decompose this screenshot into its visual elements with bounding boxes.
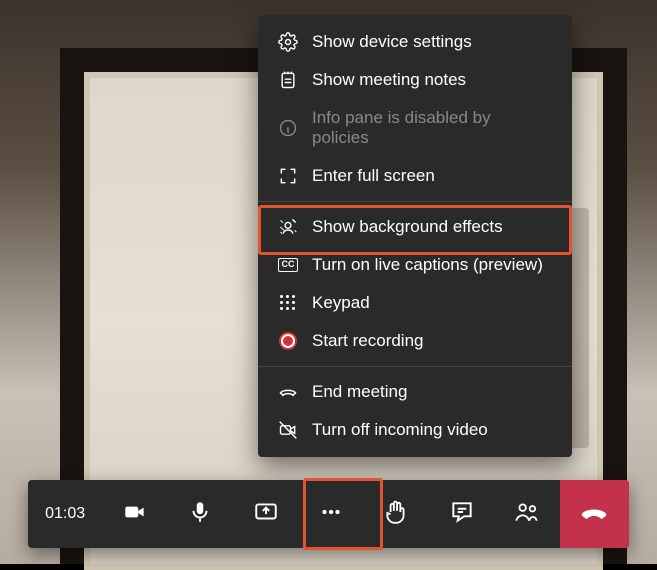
chat-icon <box>449 499 475 530</box>
info-icon <box>278 118 298 138</box>
menu-item-label: End meeting <box>312 382 407 402</box>
menu-item-keypad[interactable]: Keypad <box>258 284 572 322</box>
menu-item-meeting-notes[interactable]: Show meeting notes <box>258 61 572 99</box>
raise-hand-button[interactable] <box>364 480 429 548</box>
participants-button[interactable] <box>494 480 559 548</box>
microphone-icon <box>187 499 213 530</box>
more-actions-button[interactable] <box>298 480 363 548</box>
menu-item-enter-fullscreen[interactable]: Enter full screen <box>258 157 572 195</box>
menu-item-label: Info pane is disabled by policies <box>312 108 552 148</box>
menu-item-label: Keypad <box>312 293 370 313</box>
raise-hand-icon <box>383 499 409 530</box>
fullscreen-icon <box>278 166 298 186</box>
call-timer-value: 01:03 <box>45 505 85 523</box>
menu-item-label: Enter full screen <box>312 166 435 186</box>
hangup-button[interactable] <box>560 480 629 548</box>
chat-button[interactable] <box>429 480 494 548</box>
more-actions-icon <box>318 499 344 530</box>
gear-icon <box>278 32 298 52</box>
more-actions-menu: Show device settings Show meeting notes … <box>258 15 572 457</box>
menu-item-label: Turn on live captions (preview) <box>312 255 543 275</box>
menu-item-label: Show device settings <box>312 32 472 52</box>
menu-item-label: Start recording <box>312 331 424 351</box>
end-meeting-icon <box>278 382 298 402</box>
menu-item-info-pane: Info pane is disabled by policies <box>258 99 572 157</box>
menu-item-label: Show background effects <box>312 217 503 237</box>
menu-item-label: Show meeting notes <box>312 70 466 90</box>
share-screen-button[interactable] <box>233 480 298 548</box>
notes-icon <box>278 70 298 90</box>
menu-item-start-recording[interactable]: Start recording <box>258 322 572 360</box>
closed-captions-icon: CC <box>278 255 298 275</box>
keypad-icon <box>278 293 298 313</box>
menu-item-end-meeting[interactable]: End meeting <box>258 373 572 411</box>
video-off-icon <box>278 420 298 440</box>
menu-item-live-captions[interactable]: CC Turn on live captions (preview) <box>258 246 572 284</box>
microphone-button[interactable] <box>168 480 233 548</box>
meeting-controls-bar: 01:03 <box>28 480 629 548</box>
menu-separator <box>258 366 572 367</box>
menu-separator <box>258 201 572 202</box>
camera-button[interactable] <box>102 480 167 548</box>
record-icon <box>278 331 298 351</box>
camera-icon <box>122 499 148 530</box>
menu-item-label: Turn off incoming video <box>312 420 488 440</box>
participants-icon <box>514 499 540 530</box>
menu-item-background-effects[interactable]: Show background effects <box>258 208 572 246</box>
menu-item-turn-off-incoming-video[interactable]: Turn off incoming video <box>258 411 572 449</box>
background-effects-icon <box>278 217 298 237</box>
share-screen-icon <box>253 499 279 530</box>
call-timer: 01:03 <box>28 480 102 548</box>
menu-item-device-settings[interactable]: Show device settings <box>258 23 572 61</box>
hangup-icon <box>579 497 609 532</box>
